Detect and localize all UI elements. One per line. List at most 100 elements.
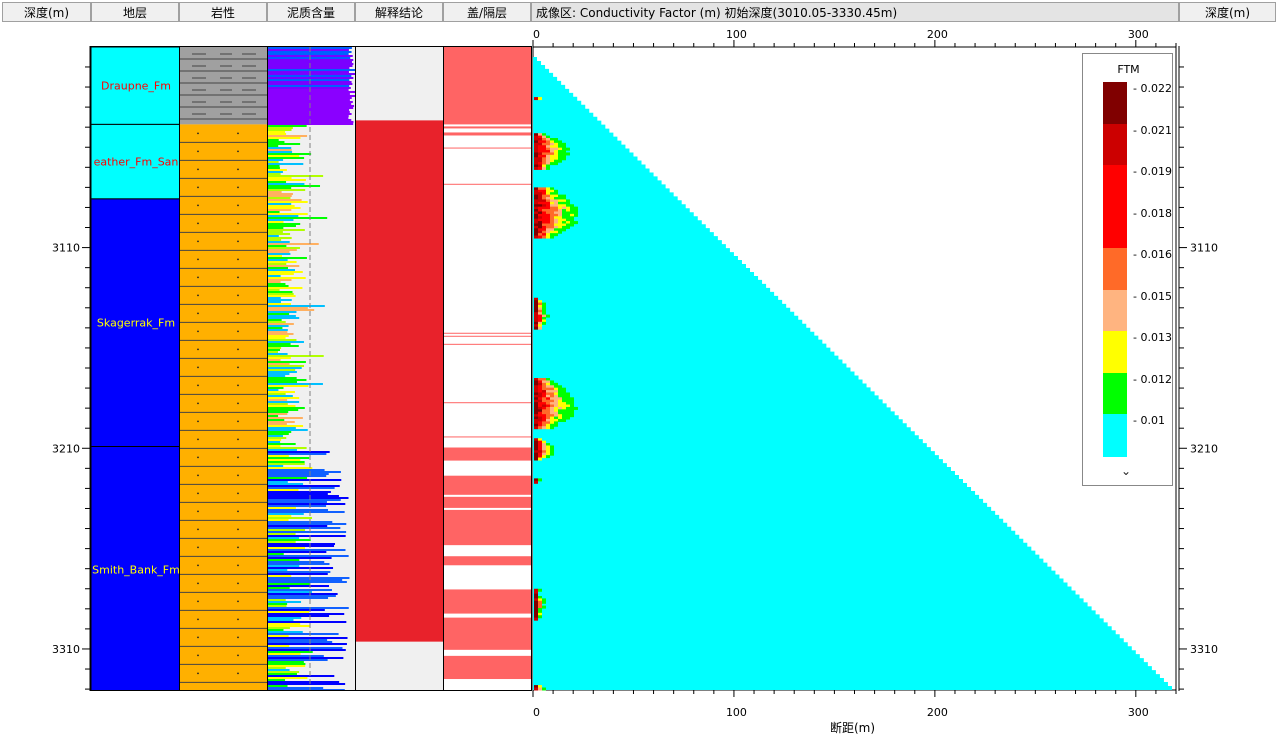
- shale-bar: [268, 453, 327, 455]
- shale-bar: [268, 549, 346, 551]
- seal-interval: [444, 617, 531, 650]
- shale-bar: [268, 393, 286, 395]
- shale-bar: [268, 391, 295, 393]
- sand-dot: [237, 636, 239, 639]
- image-anomaly-cell: [534, 235, 538, 239]
- shale-bar: [268, 635, 289, 637]
- shale-bar: [268, 357, 291, 359]
- shale-bar: [268, 107, 354, 109]
- shale-bar: [268, 543, 336, 545]
- shale-bar: [268, 631, 303, 633]
- image-anomaly-cell: [554, 233, 558, 237]
- formation-label: Smith_Bank_Fm: [92, 563, 180, 576]
- image-anomaly-cell: [574, 213, 578, 217]
- shale-bar: [268, 569, 288, 571]
- legend-swatch: [1103, 289, 1127, 332]
- sand-dot: [237, 510, 239, 513]
- legend-swatch: [1103, 206, 1127, 249]
- sand-dot: [197, 276, 199, 279]
- image-anomaly-cell: [538, 326, 542, 330]
- shale-bar: [268, 201, 308, 203]
- image-anomaly-cell: [538, 457, 542, 461]
- shale-bar: [268, 161, 279, 163]
- shale-bar: [268, 227, 284, 229]
- shale-bar: [268, 689, 345, 690]
- shale-bar: [268, 367, 302, 369]
- shale-bar: [268, 565, 300, 567]
- sand-dot: [237, 672, 239, 675]
- sand-dot: [197, 492, 199, 495]
- shale-bar: [268, 371, 297, 373]
- formation-track: Draupne_Fm eather_Fm_San Skagerrak_Fm Smith…: [90, 46, 180, 691]
- shale-bar: [268, 133, 287, 135]
- seal-interval: [444, 447, 531, 461]
- shale-bar: [268, 559, 300, 561]
- shale-bar: [268, 303, 291, 305]
- legend-swatch: [1103, 123, 1127, 166]
- shale-bar: [268, 605, 287, 607]
- shale-bar: [268, 471, 341, 473]
- formation-label: Skagerrak_Fm: [97, 317, 175, 330]
- sand-dot: [237, 168, 239, 171]
- image-anomaly-cell: [546, 166, 550, 170]
- shale-bar: [268, 331, 288, 333]
- seal-interval: [444, 332, 531, 334]
- shale-bar: [268, 277, 306, 279]
- sand-dot: [197, 618, 199, 621]
- shale-bar: [268, 425, 304, 427]
- shale-bar: [268, 521, 333, 523]
- shale-bar: [268, 617, 302, 619]
- shale-bar: [268, 445, 281, 447]
- shale-bar: [268, 147, 292, 149]
- sand-dot: [197, 150, 199, 153]
- shale-bar: [268, 655, 324, 657]
- legend-value: - 0.021: [1133, 123, 1172, 137]
- shale-bar: [268, 195, 292, 197]
- shale-bar: [268, 319, 282, 321]
- shale-bar: [268, 193, 293, 195]
- sand-dot: [237, 204, 239, 207]
- shale-bar: [268, 293, 294, 295]
- shale-bar: [268, 295, 296, 297]
- shale-bar: [268, 547, 306, 549]
- shale-bar: [268, 91, 355, 93]
- legend-value: - 0.018: [1133, 206, 1172, 220]
- x-axis-title: 断距(m): [830, 721, 876, 735]
- sand-dot: [197, 528, 199, 531]
- shale-bar: [268, 265, 300, 267]
- shale-bar: [268, 483, 304, 485]
- sand-dot: [197, 204, 199, 207]
- shale-bar: [268, 155, 300, 157]
- shale-bar: [268, 599, 286, 601]
- image-anomaly-cell: [558, 230, 562, 234]
- sand-dot: [237, 276, 239, 279]
- x-tick-label: 0: [533, 706, 540, 719]
- shale-content-track: [267, 46, 356, 691]
- shale-bar: [268, 531, 347, 533]
- shale-bar: [268, 253, 291, 255]
- seal-interval: [444, 343, 531, 345]
- color-legend[interactable]: FTM - 0.022 - 0.021 - 0.019 - 0.018 - 0.016 -…: [1082, 53, 1173, 486]
- image-anomaly-cell: [546, 426, 550, 430]
- sand-dot: [237, 654, 239, 657]
- image-anomaly-cell: [538, 687, 542, 691]
- image-anomaly-cell: [534, 687, 538, 691]
- chevron-down-icon[interactable]: ⌄: [1121, 464, 1131, 478]
- sand-dot: [197, 438, 199, 441]
- sand-dot: [237, 348, 239, 351]
- x-tick-label: 200: [927, 28, 948, 41]
- seal-interval: [444, 655, 531, 680]
- shale-bar: [268, 627, 290, 629]
- shale-bar: [268, 485, 340, 487]
- shale-bar: [268, 137, 301, 139]
- shale-bar: [268, 669, 290, 671]
- shale-bar: [268, 217, 328, 219]
- sand-dot: [197, 654, 199, 657]
- shale-bar: [268, 477, 308, 479]
- shale-bar: [268, 209, 292, 211]
- sand-dot: [197, 330, 199, 333]
- lithology-track: [179, 46, 268, 691]
- shale-bar: [268, 355, 324, 357]
- shale-bar: [268, 89, 349, 91]
- shale-bar: [268, 359, 281, 361]
